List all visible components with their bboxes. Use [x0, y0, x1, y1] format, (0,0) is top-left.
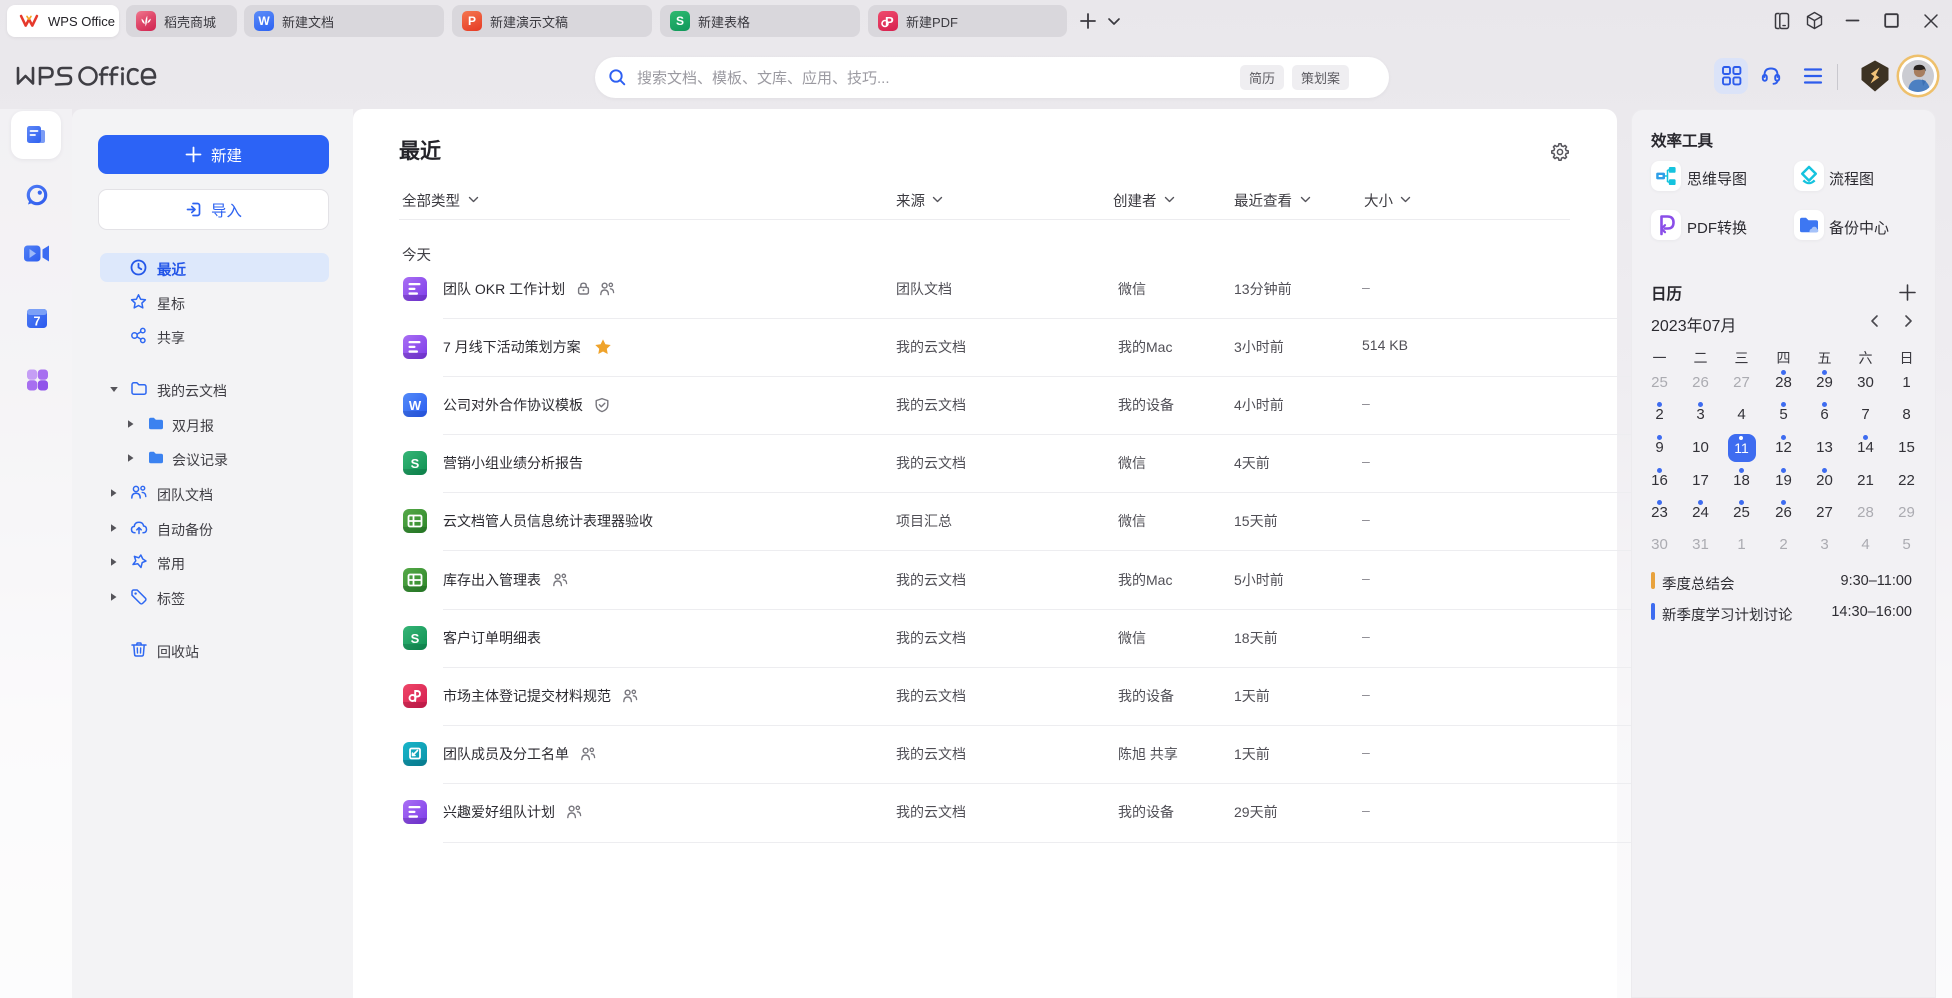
svg-text:S: S — [411, 631, 420, 646]
svg-text:S: S — [411, 456, 420, 471]
svg-text:7: 7 — [34, 315, 41, 329]
svg-text:W: W — [409, 398, 422, 413]
